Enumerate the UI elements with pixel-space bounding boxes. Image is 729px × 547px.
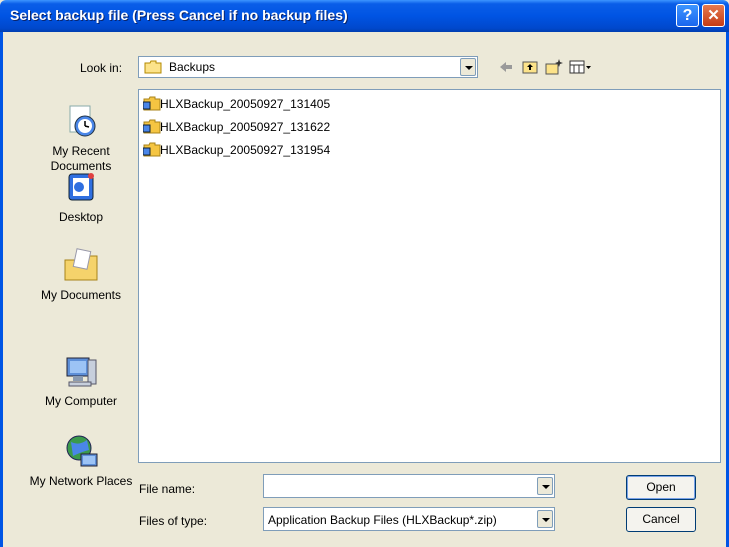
recent-documents-icon xyxy=(61,102,101,142)
place-label: My Documents xyxy=(40,288,122,302)
filetype-value: Application Backup Files (HLXBackup*.zip… xyxy=(268,513,497,527)
filetype-label: Files of type: xyxy=(139,514,208,528)
lookin-dropdown[interactable]: Backups xyxy=(138,56,478,78)
place-label: My Computer xyxy=(44,394,118,408)
place-desktop[interactable]: Desktop xyxy=(26,168,136,225)
place-my-documents[interactable]: My Documents xyxy=(26,246,136,303)
place-my-network-places[interactable]: My Network Places xyxy=(26,432,136,489)
help-button[interactable]: ? xyxy=(676,4,699,27)
file-name: HLXBackup_20050927_131954 xyxy=(160,143,331,157)
place-label: My Network Places xyxy=(29,474,133,488)
place-label: Desktop xyxy=(58,210,104,224)
file-list[interactable]: HLXBackup_20050927_131405 HLXBackup_2005… xyxy=(138,89,721,463)
back-icon[interactable] xyxy=(497,58,515,76)
title-bar: Select backup file (Press Cancel if no b… xyxy=(0,0,729,32)
lookin-value: Backups xyxy=(169,60,216,74)
folder-icon xyxy=(144,60,162,74)
desktop-icon xyxy=(61,168,101,208)
window-border-left xyxy=(0,32,3,547)
place-my-recent-documents[interactable]: My Recent Documents xyxy=(26,102,136,174)
up-folder-icon[interactable] xyxy=(521,58,539,76)
view-menu-icon[interactable] xyxy=(569,58,593,76)
open-button[interactable]: Open xyxy=(626,475,696,500)
window-title: Select backup file (Press Cancel if no b… xyxy=(10,7,348,23)
my-computer-icon xyxy=(61,352,101,392)
cancel-button[interactable]: Cancel xyxy=(626,507,696,532)
lookin-dropdown-arrow[interactable] xyxy=(460,58,476,76)
filename-label: File name: xyxy=(139,482,196,496)
filename-dropdown-arrow[interactable] xyxy=(537,477,553,495)
new-folder-icon[interactable] xyxy=(545,58,563,76)
filename-input[interactable] xyxy=(263,474,555,498)
place-my-computer[interactable]: My Computer xyxy=(26,352,136,409)
my-documents-icon xyxy=(61,246,101,286)
file-name: HLXBackup_20050927_131622 xyxy=(160,120,331,134)
file-name: HLXBackup_20050927_131405 xyxy=(160,97,331,111)
network-places-icon xyxy=(61,432,101,472)
close-button[interactable]: ✕ xyxy=(702,4,725,27)
filetype-dropdown[interactable]: Application Backup Files (HLXBackup*.zip… xyxy=(263,507,555,531)
lookin-label: Look in: xyxy=(80,61,123,75)
filetype-dropdown-arrow[interactable] xyxy=(537,510,553,528)
